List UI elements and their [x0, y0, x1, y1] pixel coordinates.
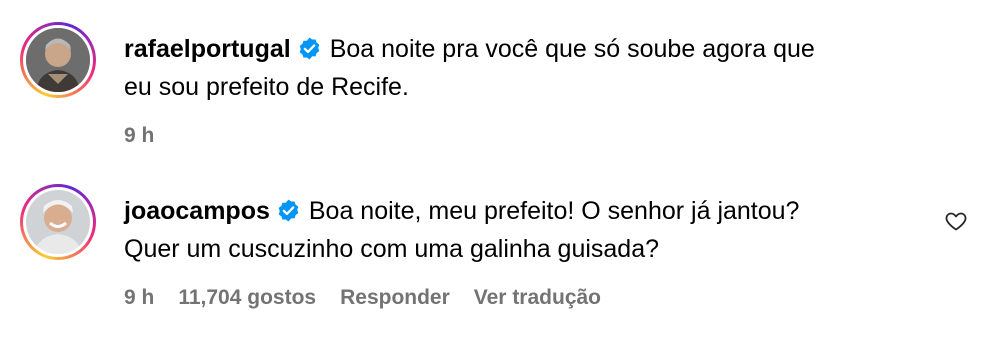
- comment-text-line2: Quer um cuscuzinho com uma galinha guisa…: [124, 235, 660, 263]
- comment-text: Boa noite, meu prefeito! O senhor já jan…: [308, 197, 800, 225]
- avatar-joaocampos[interactable]: [20, 184, 96, 260]
- comment-meta: 9 h: [124, 124, 924, 148]
- heart-icon[interactable]: [944, 209, 968, 233]
- username[interactable]: rafaelportugal: [124, 35, 291, 63]
- comment-text-line2: eu sou prefeito de Recife.: [124, 73, 409, 101]
- timestamp[interactable]: 9 h: [124, 286, 154, 310]
- timestamp[interactable]: 9 h: [124, 124, 154, 148]
- comment-text: Boa noite pra você que só soube agora qu…: [329, 35, 815, 63]
- comment-body: joaocampos Boa noite, meu prefeito! O sen…: [124, 192, 924, 310]
- username[interactable]: joaocampos: [124, 197, 270, 225]
- reply-button[interactable]: Responder: [340, 286, 450, 310]
- comment-body: rafaelportugal Boa noite pra você que só …: [124, 30, 924, 148]
- verified-badge-icon: [299, 37, 319, 60]
- translate-button[interactable]: Ver tradução: [474, 286, 601, 310]
- likes-count[interactable]: 11,704 gostos: [178, 286, 316, 310]
- verified-badge-icon: [278, 199, 299, 222]
- comment-meta: 9 h 11,704 gostos Responder Ver tradução: [124, 286, 924, 310]
- avatar-rafaelportugal[interactable]: [20, 22, 96, 98]
